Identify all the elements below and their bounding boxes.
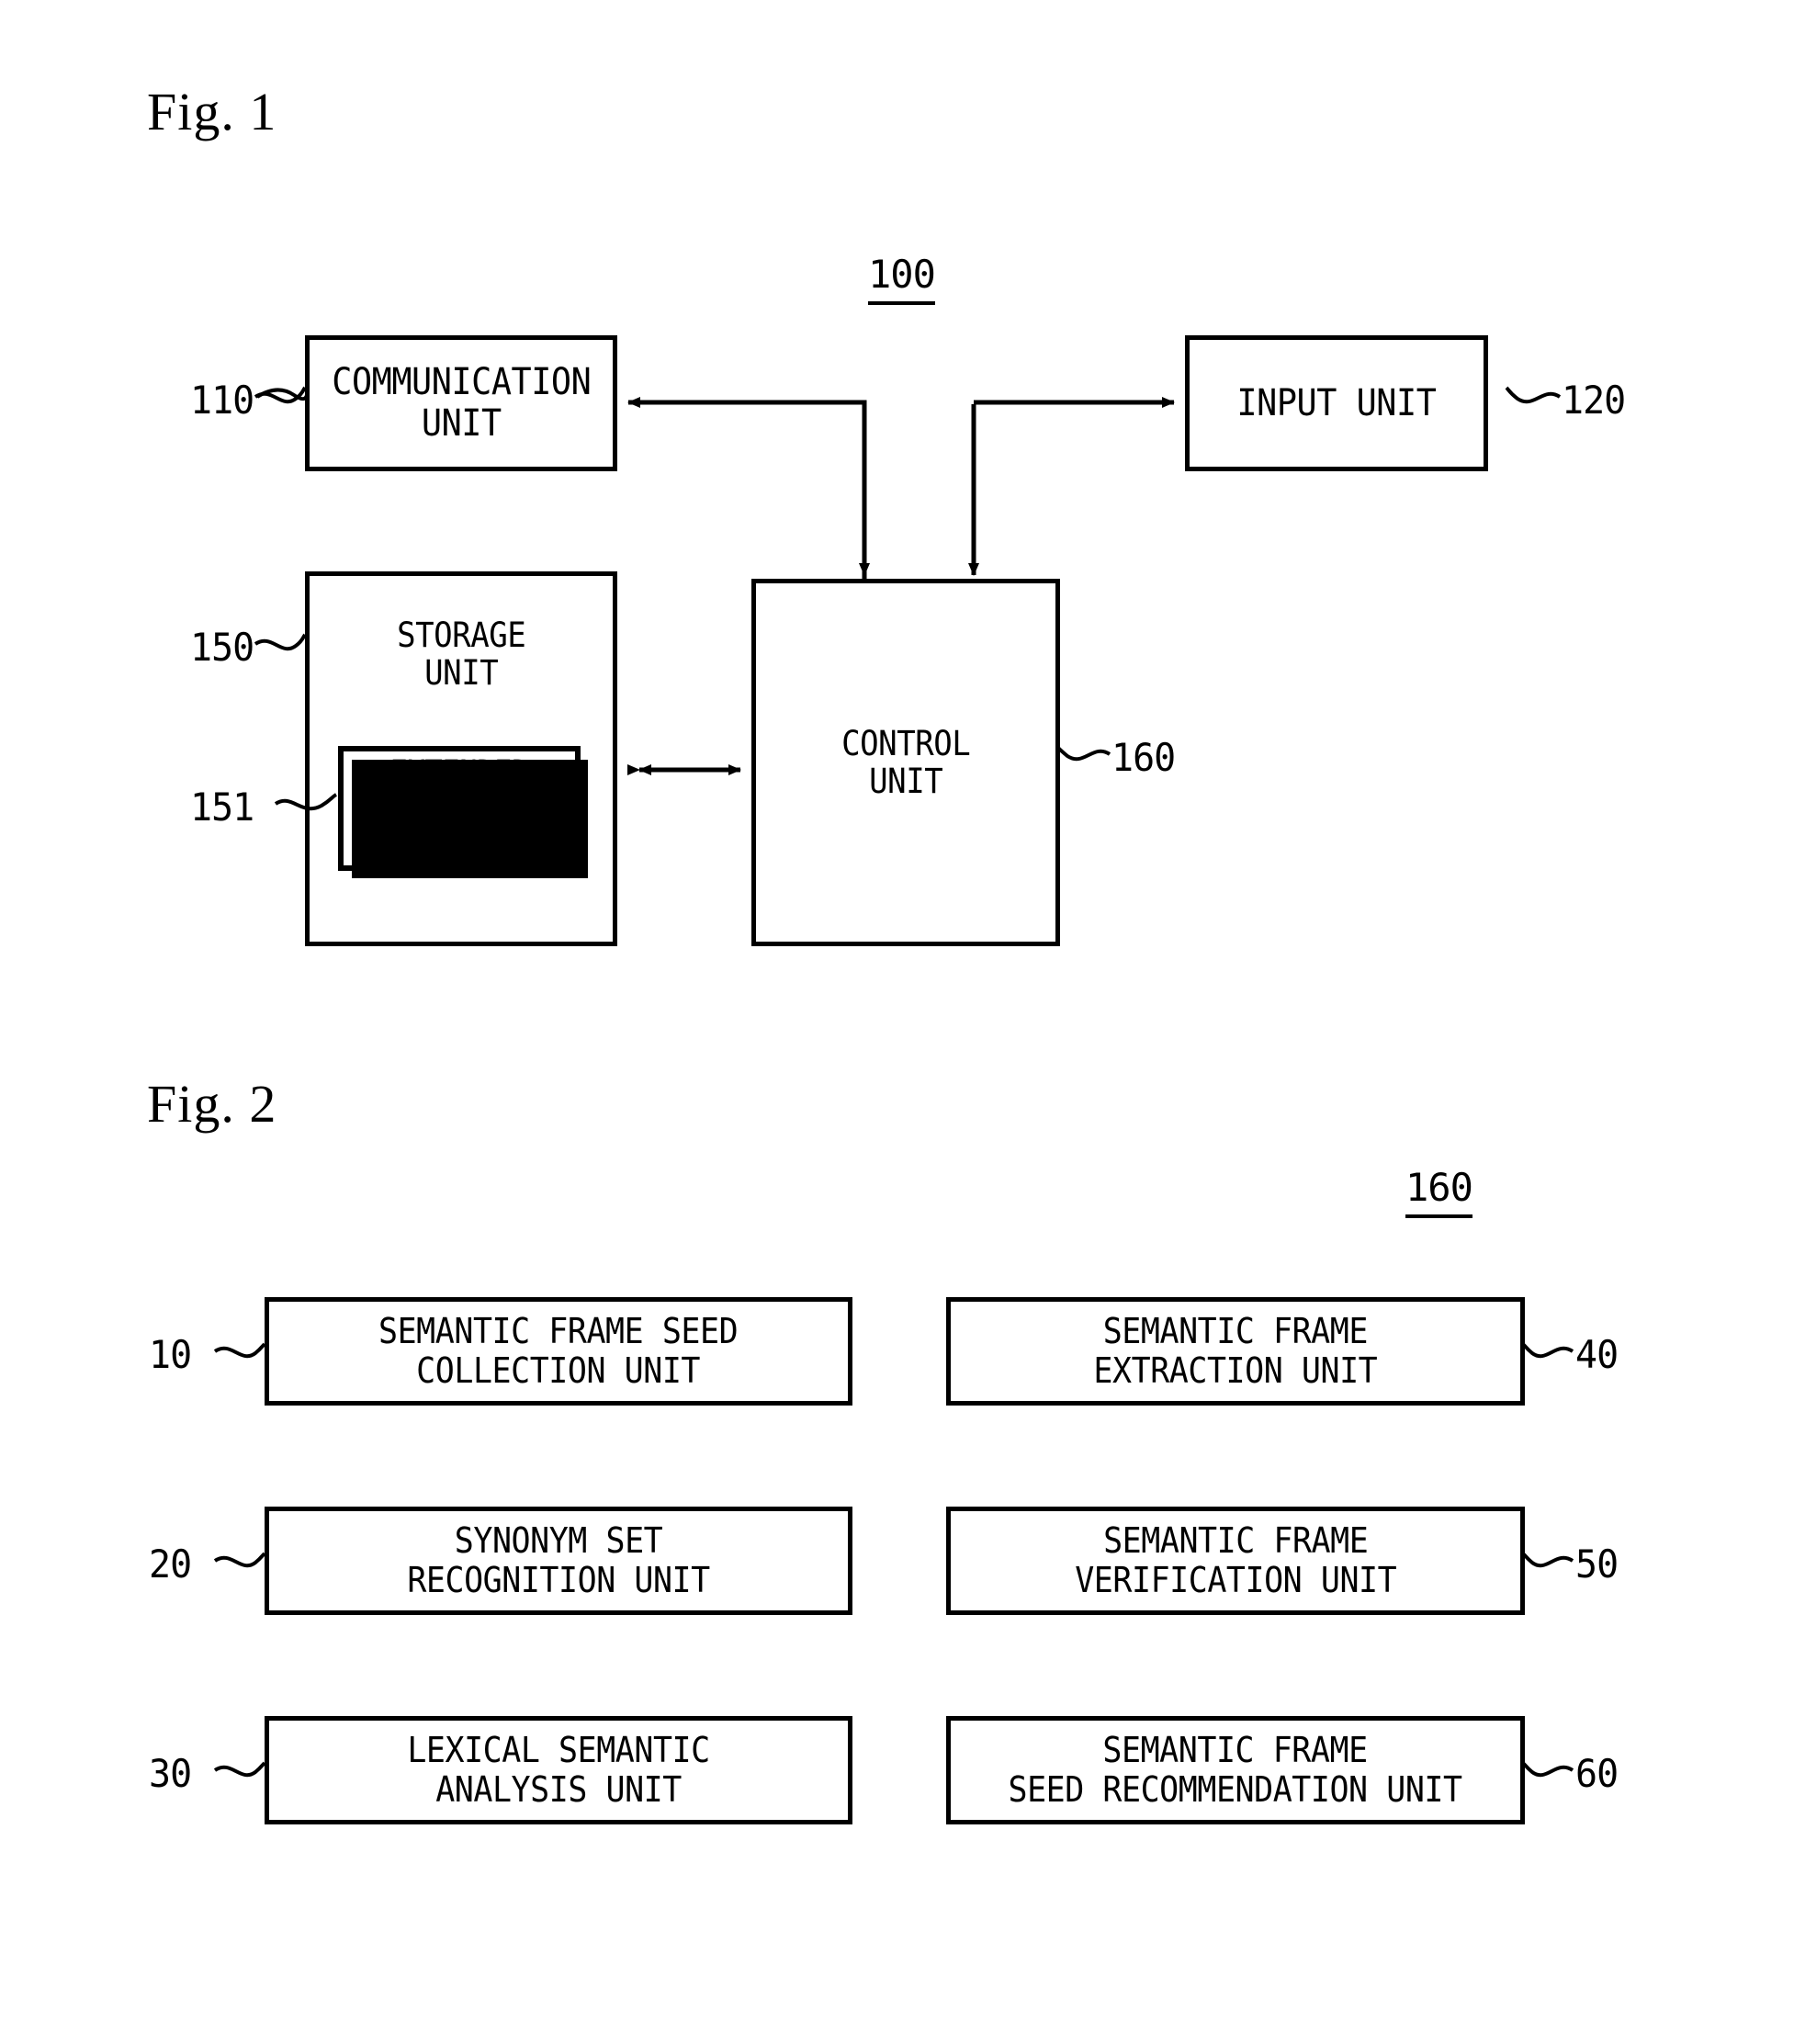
reference-20: 20 bbox=[149, 1541, 192, 1587]
lexical-semantic-analysis-unit-label: LEXICAL SEMANTIC ANALYSIS UNIT bbox=[407, 1730, 710, 1810]
semantic-frame-seed-collection-unit-label: SEMANTIC FRAME SEED COLLECTION UNIT bbox=[378, 1311, 739, 1391]
input-unit-block: INPUT UNIT bbox=[1185, 335, 1496, 480]
semantic-frame-verification-unit-block: SEMANTIC FRAME VERIFICATION UNIT bbox=[946, 1507, 1533, 1623]
semantic-frame-seed-recommendation-unit-label: SEMANTIC FRAME SEED RECOMMENDATION UNIT bbox=[1008, 1730, 1463, 1810]
reference-151: 151 bbox=[190, 785, 254, 830]
reference-50: 50 bbox=[1575, 1541, 1619, 1587]
figure-2-control-unit-reference: 160 bbox=[1405, 1165, 1473, 1218]
reference-160: 160 bbox=[1111, 735, 1176, 780]
reference-110: 110 bbox=[190, 378, 254, 423]
reference-120: 120 bbox=[1562, 378, 1626, 423]
storage-unit-label: STORAGE UNIT bbox=[396, 615, 526, 694]
extended-semantic-frame-label: EXTENDED SEMANTIC FRAME bbox=[389, 754, 529, 863]
figure-1-system-reference: 100 bbox=[868, 252, 936, 305]
synonym-set-recognition-unit-label: SYNONYM SET RECOGNITION UNIT bbox=[407, 1520, 710, 1600]
reference-40: 40 bbox=[1575, 1332, 1619, 1377]
input-unit-label: INPUT UNIT bbox=[1236, 381, 1437, 424]
semantic-frame-extraction-unit-block: SEMANTIC FRAME EXTRACTION UNIT bbox=[946, 1297, 1533, 1414]
semantic-frame-seed-collection-unit-block: SEMANTIC FRAME SEED COLLECTION UNIT bbox=[265, 1297, 861, 1414]
reference-60: 60 bbox=[1575, 1751, 1619, 1796]
synonym-set-recognition-unit-block: SYNONYM SET RECOGNITION UNIT bbox=[265, 1507, 861, 1623]
semantic-frame-extraction-unit-label: SEMANTIC FRAME EXTRACTION UNIT bbox=[1093, 1311, 1378, 1391]
reference-10: 10 bbox=[149, 1332, 192, 1377]
semantic-frame-verification-unit-label: SEMANTIC FRAME VERIFICATION UNIT bbox=[1074, 1520, 1397, 1600]
extended-semantic-frame-block: EXTENDED SEMANTIC FRAME bbox=[338, 746, 588, 878]
figure-2-title: Fig. 2 bbox=[147, 1074, 277, 1134]
reference-150: 150 bbox=[190, 625, 254, 670]
semantic-frame-seed-recommendation-unit-block: SEMANTIC FRAME SEED RECOMMENDATION UNIT bbox=[946, 1716, 1533, 1833]
wire-control-to-communication bbox=[627, 397, 867, 579]
control-unit-block: CONTROL UNIT bbox=[751, 579, 1068, 954]
reference-30: 30 bbox=[149, 1751, 192, 1796]
figure-1-title: Fig. 1 bbox=[147, 82, 277, 141]
control-unit-label: CONTROL UNIT bbox=[841, 723, 971, 801]
lexical-semantic-analysis-unit-block: LEXICAL SEMANTIC ANALYSIS UNIT bbox=[265, 1716, 861, 1833]
communication-unit-label: COMMUNICATION UNIT bbox=[331, 361, 592, 445]
communication-unit-block: COMMUNICATION UNIT bbox=[305, 335, 626, 480]
